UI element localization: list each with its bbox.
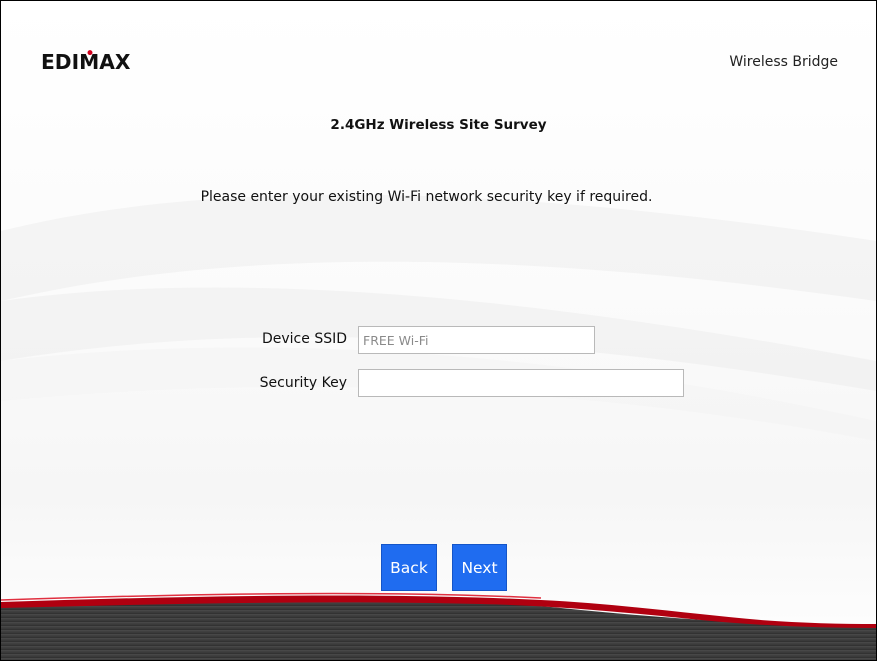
device-ssid-label: Device SSID	[261, 331, 347, 347]
back-button-label: Back	[390, 558, 428, 577]
edimax-logo: EDIMAX	[41, 50, 131, 74]
product-name: Wireless Bridge	[729, 54, 838, 70]
security-key-input[interactable]	[358, 369, 684, 397]
logo-text: EDIMAX	[41, 50, 131, 74]
security-key-label: Security Key	[259, 375, 347, 391]
instruction-text: Please enter your existing Wi-Fi network…	[200, 189, 653, 205]
back-button[interactable]: Back	[381, 544, 437, 591]
device-ssid-input[interactable]	[358, 326, 595, 354]
setup-page: EDIMAX Wireless Bridge 2.4GHz Wireless S…	[0, 0, 877, 661]
logo-red-dot	[87, 50, 93, 56]
page-title: 2.4GHz Wireless Site Survey	[330, 117, 547, 133]
footer-band	[1, 592, 876, 660]
next-button[interactable]: Next	[452, 544, 507, 591]
next-button-label: Next	[461, 558, 498, 577]
